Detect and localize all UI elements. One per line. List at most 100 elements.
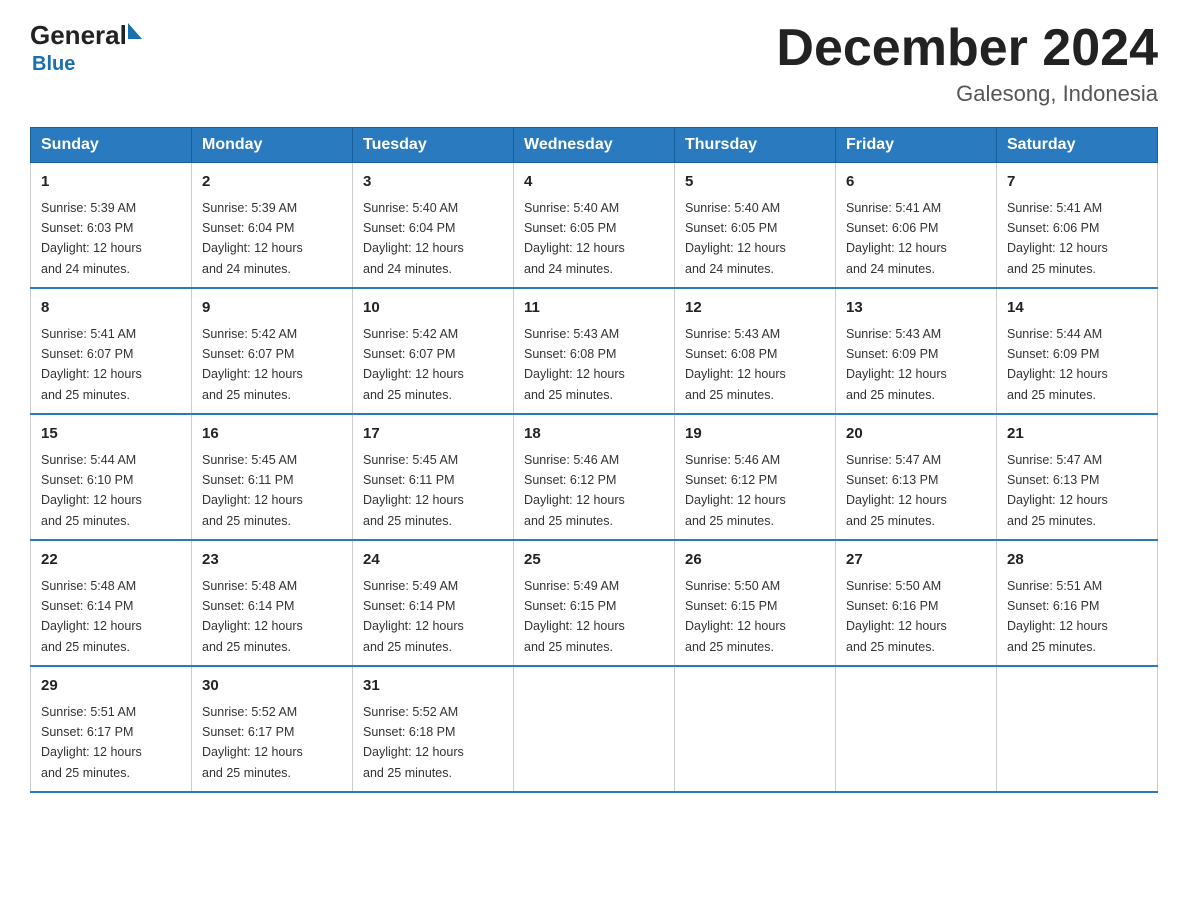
calendar-cell: 5 Sunrise: 5:40 AMSunset: 6:05 PMDayligh… [675,163,836,289]
title-section: December 2024 Galesong, Indonesia [776,20,1158,107]
calendar-cell: 4 Sunrise: 5:40 AMSunset: 6:05 PMDayligh… [514,163,675,289]
day-number: 13 [846,297,986,320]
day-info: Sunrise: 5:42 AMSunset: 6:07 PMDaylight:… [202,327,303,402]
calendar-cell: 28 Sunrise: 5:51 AMSunset: 6:16 PMDaylig… [997,540,1158,666]
day-info: Sunrise: 5:51 AMSunset: 6:16 PMDaylight:… [1007,579,1108,654]
calendar-week-2: 8 Sunrise: 5:41 AMSunset: 6:07 PMDayligh… [31,288,1158,414]
col-tuesday: Tuesday [353,128,514,163]
day-info: Sunrise: 5:46 AMSunset: 6:12 PMDaylight:… [685,453,786,528]
day-number: 26 [685,549,825,572]
day-number: 28 [1007,549,1147,572]
day-number: 29 [41,675,181,698]
calendar-cell: 11 Sunrise: 5:43 AMSunset: 6:08 PMDaylig… [514,288,675,414]
day-info: Sunrise: 5:43 AMSunset: 6:09 PMDaylight:… [846,327,947,402]
calendar-cell: 19 Sunrise: 5:46 AMSunset: 6:12 PMDaylig… [675,414,836,540]
day-info: Sunrise: 5:40 AMSunset: 6:05 PMDaylight:… [524,201,625,276]
logo: General Blue [30,20,142,76]
day-number: 25 [524,549,664,572]
logo-blue-text: Blue [30,53,75,76]
day-number: 15 [41,423,181,446]
calendar-cell: 7 Sunrise: 5:41 AMSunset: 6:06 PMDayligh… [997,163,1158,289]
day-info: Sunrise: 5:47 AMSunset: 6:13 PMDaylight:… [1007,453,1108,528]
calendar-cell: 27 Sunrise: 5:50 AMSunset: 6:16 PMDaylig… [836,540,997,666]
calendar-cell [514,666,675,792]
day-info: Sunrise: 5:40 AMSunset: 6:05 PMDaylight:… [685,201,786,276]
calendar-week-4: 22 Sunrise: 5:48 AMSunset: 6:14 PMDaylig… [31,540,1158,666]
calendar-cell [675,666,836,792]
col-wednesday: Wednesday [514,128,675,163]
calendar-body: 1 Sunrise: 5:39 AMSunset: 6:03 PMDayligh… [31,163,1158,793]
col-friday: Friday [836,128,997,163]
day-info: Sunrise: 5:42 AMSunset: 6:07 PMDaylight:… [363,327,464,402]
day-number: 19 [685,423,825,446]
day-info: Sunrise: 5:44 AMSunset: 6:09 PMDaylight:… [1007,327,1108,402]
day-info: Sunrise: 5:49 AMSunset: 6:14 PMDaylight:… [363,579,464,654]
day-number: 22 [41,549,181,572]
col-monday: Monday [192,128,353,163]
day-info: Sunrise: 5:46 AMSunset: 6:12 PMDaylight:… [524,453,625,528]
calendar-cell: 2 Sunrise: 5:39 AMSunset: 6:04 PMDayligh… [192,163,353,289]
calendar-week-3: 15 Sunrise: 5:44 AMSunset: 6:10 PMDaylig… [31,414,1158,540]
calendar-cell: 24 Sunrise: 5:49 AMSunset: 6:14 PMDaylig… [353,540,514,666]
day-number: 9 [202,297,342,320]
calendar-cell: 29 Sunrise: 5:51 AMSunset: 6:17 PMDaylig… [31,666,192,792]
col-saturday: Saturday [997,128,1158,163]
day-info: Sunrise: 5:40 AMSunset: 6:04 PMDaylight:… [363,201,464,276]
calendar-cell: 17 Sunrise: 5:45 AMSunset: 6:11 PMDaylig… [353,414,514,540]
day-number: 4 [524,171,664,194]
day-number: 10 [363,297,503,320]
calendar-cell: 12 Sunrise: 5:43 AMSunset: 6:08 PMDaylig… [675,288,836,414]
day-info: Sunrise: 5:52 AMSunset: 6:18 PMDaylight:… [363,705,464,780]
logo-arrow-icon [128,23,142,39]
day-number: 7 [1007,171,1147,194]
day-number: 21 [1007,423,1147,446]
logo-row: General [30,20,142,51]
calendar-cell [836,666,997,792]
day-info: Sunrise: 5:52 AMSunset: 6:17 PMDaylight:… [202,705,303,780]
day-number: 12 [685,297,825,320]
day-number: 14 [1007,297,1147,320]
day-number: 5 [685,171,825,194]
calendar-cell [997,666,1158,792]
day-number: 18 [524,423,664,446]
day-info: Sunrise: 5:49 AMSunset: 6:15 PMDaylight:… [524,579,625,654]
calendar-cell: 20 Sunrise: 5:47 AMSunset: 6:13 PMDaylig… [836,414,997,540]
day-number: 8 [41,297,181,320]
day-number: 20 [846,423,986,446]
day-info: Sunrise: 5:39 AMSunset: 6:03 PMDaylight:… [41,201,142,276]
page-header: General Blue December 2024 Galesong, Ind… [30,20,1158,107]
day-info: Sunrise: 5:50 AMSunset: 6:15 PMDaylight:… [685,579,786,654]
calendar-cell: 1 Sunrise: 5:39 AMSunset: 6:03 PMDayligh… [31,163,192,289]
day-info: Sunrise: 5:47 AMSunset: 6:13 PMDaylight:… [846,453,947,528]
calendar-cell: 21 Sunrise: 5:47 AMSunset: 6:13 PMDaylig… [997,414,1158,540]
day-info: Sunrise: 5:44 AMSunset: 6:10 PMDaylight:… [41,453,142,528]
location-title: Galesong, Indonesia [776,81,1158,107]
calendar-cell: 26 Sunrise: 5:50 AMSunset: 6:15 PMDaylig… [675,540,836,666]
calendar-cell: 10 Sunrise: 5:42 AMSunset: 6:07 PMDaylig… [353,288,514,414]
calendar-cell: 3 Sunrise: 5:40 AMSunset: 6:04 PMDayligh… [353,163,514,289]
day-info: Sunrise: 5:41 AMSunset: 6:07 PMDaylight:… [41,327,142,402]
day-info: Sunrise: 5:41 AMSunset: 6:06 PMDaylight:… [1007,201,1108,276]
calendar-cell: 31 Sunrise: 5:52 AMSunset: 6:18 PMDaylig… [353,666,514,792]
calendar-cell: 8 Sunrise: 5:41 AMSunset: 6:07 PMDayligh… [31,288,192,414]
day-info: Sunrise: 5:45 AMSunset: 6:11 PMDaylight:… [363,453,464,528]
calendar-cell: 16 Sunrise: 5:45 AMSunset: 6:11 PMDaylig… [192,414,353,540]
day-info: Sunrise: 5:43 AMSunset: 6:08 PMDaylight:… [685,327,786,402]
day-info: Sunrise: 5:43 AMSunset: 6:08 PMDaylight:… [524,327,625,402]
day-info: Sunrise: 5:41 AMSunset: 6:06 PMDaylight:… [846,201,947,276]
day-number: 24 [363,549,503,572]
day-info: Sunrise: 5:45 AMSunset: 6:11 PMDaylight:… [202,453,303,528]
day-number: 31 [363,675,503,698]
day-info: Sunrise: 5:50 AMSunset: 6:16 PMDaylight:… [846,579,947,654]
calendar-cell: 18 Sunrise: 5:46 AMSunset: 6:12 PMDaylig… [514,414,675,540]
day-info: Sunrise: 5:48 AMSunset: 6:14 PMDaylight:… [202,579,303,654]
calendar-cell: 22 Sunrise: 5:48 AMSunset: 6:14 PMDaylig… [31,540,192,666]
calendar-cell: 9 Sunrise: 5:42 AMSunset: 6:07 PMDayligh… [192,288,353,414]
day-number: 3 [363,171,503,194]
logo-general-text: General [30,20,127,50]
day-number: 11 [524,297,664,320]
day-number: 27 [846,549,986,572]
calendar-cell: 6 Sunrise: 5:41 AMSunset: 6:06 PMDayligh… [836,163,997,289]
day-info: Sunrise: 5:39 AMSunset: 6:04 PMDaylight:… [202,201,303,276]
calendar-cell: 30 Sunrise: 5:52 AMSunset: 6:17 PMDaylig… [192,666,353,792]
